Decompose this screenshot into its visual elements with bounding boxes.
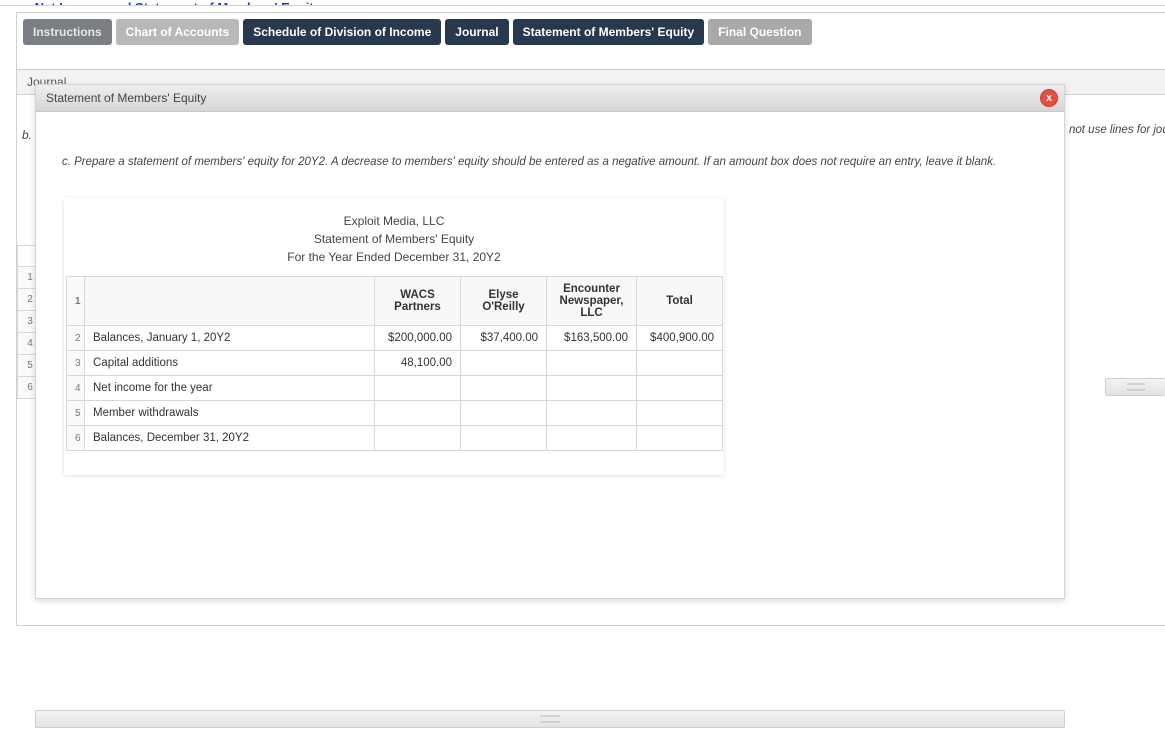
close-button[interactable]: x bbox=[1040, 89, 1058, 107]
col-encounter: Encounter Newspaper, LLC bbox=[547, 277, 637, 326]
cell-input[interactable]: $400,900.00 bbox=[637, 326, 723, 351]
tab-chart-of-accounts[interactable]: Chart of Accounts bbox=[116, 19, 240, 45]
cell-input[interactable] bbox=[637, 426, 723, 451]
question-b-label: b. bbox=[22, 128, 32, 142]
background-scrollbar-fragment[interactable] bbox=[1105, 378, 1165, 396]
cell-input[interactable] bbox=[547, 376, 637, 401]
page-root: … Net Income and Statement of Members' E… bbox=[0, 0, 1165, 750]
rownum: 2 bbox=[67, 326, 85, 351]
truncated-journal-hint: not use lines for journ bbox=[1069, 124, 1165, 136]
cell-input[interactable] bbox=[637, 351, 723, 376]
table-row: 3 Capital additions 48,100.00 bbox=[67, 351, 723, 376]
cell-input[interactable] bbox=[461, 376, 547, 401]
table-header-row: 1 WACS Partners Elyse O'Reilly Encounter… bbox=[67, 277, 723, 326]
cell-input[interactable] bbox=[547, 426, 637, 451]
row-label: Capital additions bbox=[85, 351, 375, 376]
row-label: Net income for the year bbox=[85, 376, 375, 401]
rownum: 5 bbox=[67, 401, 85, 426]
cell-input[interactable]: $163,500.00 bbox=[547, 326, 637, 351]
cell-input[interactable] bbox=[637, 401, 723, 426]
row-label: Balances, December 31, 20Y2 bbox=[85, 426, 375, 451]
tab-journal[interactable]: Journal bbox=[445, 19, 508, 45]
table-row: 4 Net income for the year bbox=[67, 376, 723, 401]
cell-input[interactable] bbox=[637, 376, 723, 401]
rownum: 4 bbox=[67, 376, 85, 401]
cell-input[interactable] bbox=[375, 401, 461, 426]
cell-input[interactable] bbox=[547, 401, 637, 426]
modal-statement-members-equity: Statement of Members' Equity x c. Prepar… bbox=[35, 84, 1065, 599]
modal-horizontal-scrollbar[interactable] bbox=[35, 710, 1065, 728]
col-elyse: Elyse O'Reilly bbox=[461, 277, 547, 326]
breadcrumb-link[interactable]: … Net Income and Statement of Members' E… bbox=[0, 0, 1165, 6]
sheet-title: Statement of Members' Equity bbox=[64, 232, 724, 246]
rownum: 3 bbox=[67, 351, 85, 376]
modal-title: Statement of Members' Equity bbox=[46, 91, 206, 105]
sheet-company: Exploit Media, LLC bbox=[64, 214, 724, 228]
cell-input[interactable] bbox=[375, 376, 461, 401]
rownum: 6 bbox=[67, 426, 85, 451]
cell-input[interactable] bbox=[547, 351, 637, 376]
modal-body: c. Prepare a statement of members' equit… bbox=[36, 112, 1064, 597]
tab-instructions[interactable]: Instructions bbox=[23, 19, 112, 45]
cell-input[interactable] bbox=[461, 401, 547, 426]
tab-statement-members-equity[interactable]: Statement of Members' Equity bbox=[513, 19, 705, 45]
cell-input[interactable]: $37,400.00 bbox=[461, 326, 547, 351]
cell-input[interactable]: $200,000.00 bbox=[375, 326, 461, 351]
col-total: Total bbox=[637, 277, 723, 326]
row-label: Member withdrawals bbox=[85, 401, 375, 426]
cell-input[interactable]: 48,100.00 bbox=[375, 351, 461, 376]
col-wacs: WACS Partners bbox=[375, 277, 461, 326]
statement-sheet: Exploit Media, LLC Statement of Members'… bbox=[64, 198, 724, 475]
tab-final-question[interactable]: Final Question bbox=[708, 19, 811, 45]
modal-header: Statement of Members' Equity x bbox=[36, 85, 1064, 112]
table-row: 2 Balances, January 1, 20Y2 $200,000.00 … bbox=[67, 326, 723, 351]
cell-input[interactable] bbox=[375, 426, 461, 451]
equity-table: 1 WACS Partners Elyse O'Reilly Encounter… bbox=[66, 276, 723, 451]
cell-input[interactable] bbox=[461, 351, 547, 376]
rownum-header: 1 bbox=[67, 277, 85, 326]
table-row: 5 Member withdrawals bbox=[67, 401, 723, 426]
label-header bbox=[85, 277, 375, 326]
cell-input[interactable] bbox=[461, 426, 547, 451]
row-label: Balances, January 1, 20Y2 bbox=[85, 326, 375, 351]
close-icon: x bbox=[1046, 92, 1052, 104]
tab-schedule-division-income[interactable]: Schedule of Division of Income bbox=[243, 19, 441, 45]
tabbar: Instructions Chart of Accounts Schedule … bbox=[17, 13, 1165, 51]
instruction-text: c. Prepare a statement of members' equit… bbox=[62, 156, 1038, 168]
table-row: 6 Balances, December 31, 20Y2 bbox=[67, 426, 723, 451]
sheet-period: For the Year Ended December 31, 20Y2 bbox=[64, 250, 724, 264]
